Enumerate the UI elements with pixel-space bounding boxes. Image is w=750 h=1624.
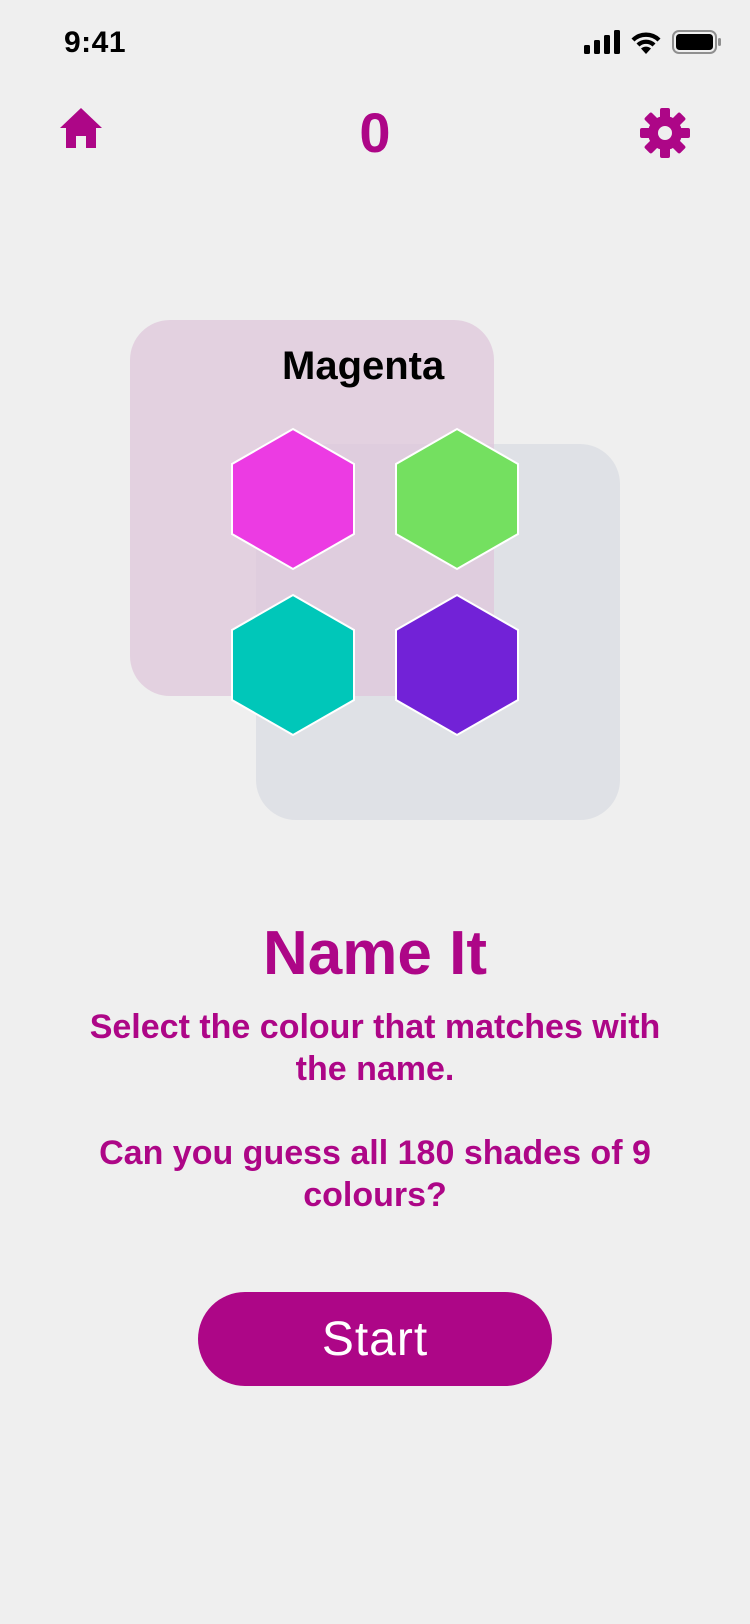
- start-button[interactable]: Start: [198, 1292, 552, 1386]
- gear-icon: [640, 108, 690, 158]
- score-counter: 0: [359, 101, 391, 164]
- game-challenge-text: Can you guess all 180 shades of 9 colour…: [99, 1134, 651, 1214]
- signal-icon: [584, 30, 620, 54]
- status-time: 9:41: [64, 26, 127, 59]
- status-icons: [584, 30, 722, 54]
- battery-icon: [672, 30, 721, 54]
- game-description: Select the colour that matches with the …: [89, 1008, 661, 1088]
- game-title: Name It: [263, 919, 487, 988]
- preview-color-name: Magenta: [282, 344, 445, 388]
- wifi-icon: [631, 32, 661, 54]
- settings-button[interactable]: [640, 108, 690, 163]
